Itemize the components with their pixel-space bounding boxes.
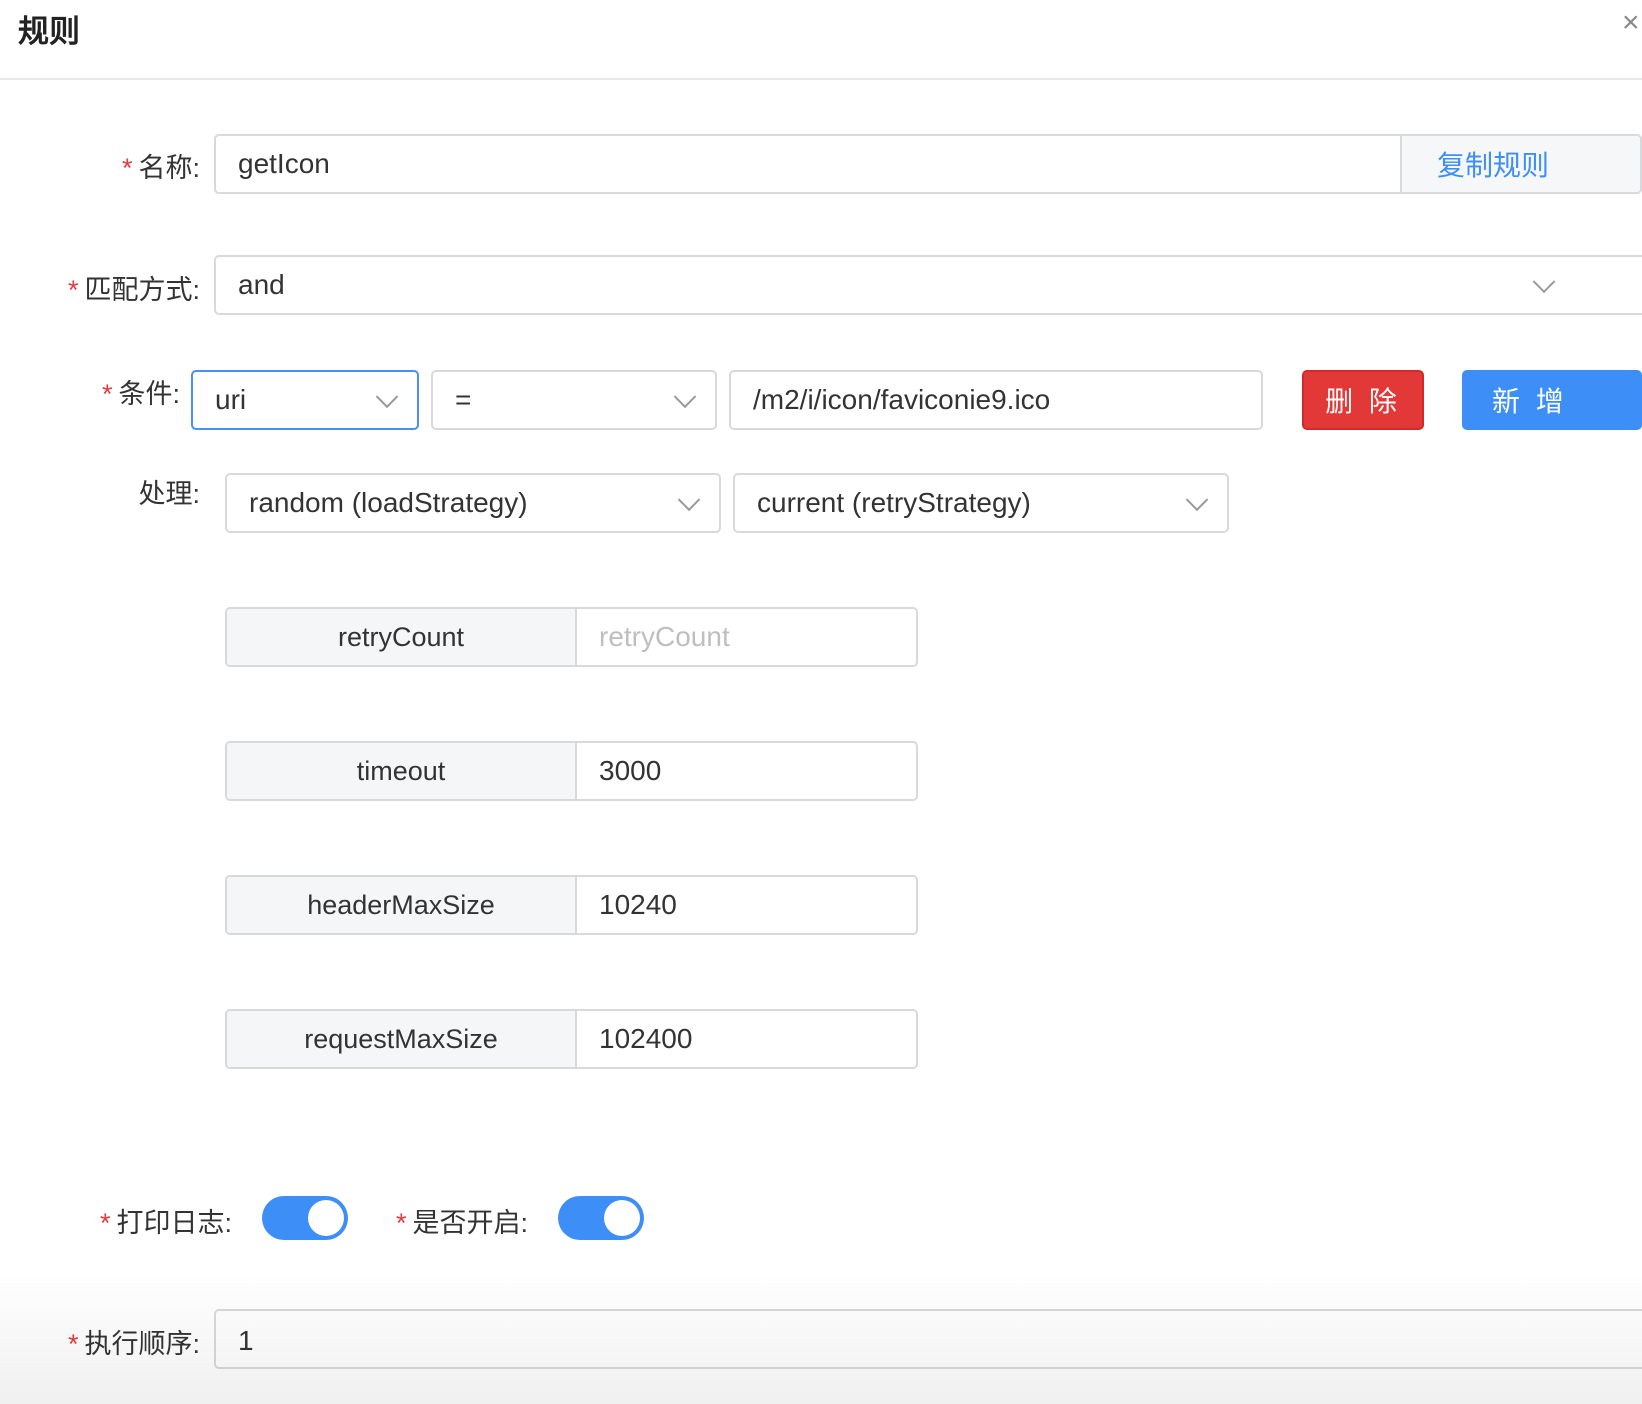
chevron-down-icon <box>677 488 701 512</box>
condition-label-text: 条件: <box>118 379 180 409</box>
switch-knob <box>308 1200 344 1236</box>
close-icon[interactable]: × <box>1622 6 1640 40</box>
load-strategy-select[interactable]: random (loadStrategy) <box>225 473 721 533</box>
field-key: headerMaxSize <box>227 877 577 933</box>
retry-count-field[interactable]: retryCount retryCount <box>225 607 918 667</box>
field-key: retryCount <box>227 609 577 665</box>
required-mark: * <box>101 379 113 409</box>
handle-label: 处理: <box>100 472 200 511</box>
retry-strategy-value: current (retryStrategy) <box>757 487 1031 518</box>
timeout-input[interactable]: 3000 <box>577 743 916 799</box>
log-label-text: 打印日志: <box>116 1208 233 1238</box>
condition-value-input[interactable]: /m2/i/icon/faviconie9.ico <box>729 370 1263 430</box>
log-switch[interactable] <box>262 1196 348 1240</box>
match-label-text: 匹配方式: <box>84 275 200 305</box>
enabled-label-text: 是否开启: <box>412 1208 529 1238</box>
chevron-down-icon <box>1185 488 1209 512</box>
handle-label-text: 处理: <box>138 479 200 509</box>
required-mark: * <box>67 275 79 305</box>
sort-label: * 执行顺序: <box>40 1322 200 1361</box>
condition-value-text: /m2/i/icon/faviconie9.ico <box>753 384 1051 415</box>
copy-rule-button[interactable]: 复制规则 <box>1402 134 1642 194</box>
name-input[interactable]: getIcon <box>214 134 1402 194</box>
chevron-down-icon <box>673 385 697 409</box>
param-type-value: uri <box>215 384 247 415</box>
match-label: * 匹配方式: <box>40 268 200 307</box>
header-max-size-field[interactable]: headerMaxSize 10240 <box>225 875 918 935</box>
request-max-size-field[interactable]: requestMaxSize 102400 <box>225 1009 918 1069</box>
header-max-size-input[interactable]: 10240 <box>577 877 916 933</box>
condition-label: * 条件: <box>90 372 180 411</box>
required-mark: * <box>396 1208 407 1238</box>
load-strategy-value: random (loadStrategy) <box>249 487 528 518</box>
delete-button-label: 删 除 <box>1325 386 1401 417</box>
chevron-down-icon <box>1532 270 1556 294</box>
name-label: * 名称: <box>100 146 200 185</box>
name-label-text: 名称: <box>138 153 200 183</box>
param-type-select[interactable]: uri <box>191 370 419 430</box>
match-select-value: and <box>238 269 285 300</box>
sort-label-text: 执行顺序: <box>84 1329 200 1359</box>
enabled-label: * 是否开启: <box>396 1201 556 1240</box>
required-mark: * <box>121 153 133 183</box>
add-button[interactable]: 新 增 <box>1462 370 1642 430</box>
field-key: requestMaxSize <box>227 1011 577 1067</box>
required-mark: * <box>100 1208 111 1238</box>
operator-select[interactable]: = <box>431 370 717 430</box>
log-label: * 打印日志: <box>100 1201 250 1240</box>
delete-button[interactable]: 删 除 <box>1302 370 1424 430</box>
sort-input-value: 1 <box>238 1325 254 1356</box>
field-key: timeout <box>227 743 577 799</box>
modal-title: 规则 <box>18 14 80 49</box>
switch-knob <box>604 1200 640 1236</box>
copy-rule-label: 复制规则 <box>1436 150 1549 181</box>
retry-count-input[interactable]: retryCount <box>577 609 916 665</box>
add-button-label: 新 增 <box>1492 386 1568 417</box>
timeout-field[interactable]: timeout 3000 <box>225 741 918 801</box>
retry-strategy-select[interactable]: current (retryStrategy) <box>733 473 1229 533</box>
request-max-size-input[interactable]: 102400 <box>577 1011 916 1067</box>
enabled-switch[interactable] <box>558 1196 644 1240</box>
operator-value: = <box>455 384 472 415</box>
chevron-down-icon <box>375 385 399 409</box>
modal-header <box>0 0 1642 80</box>
sort-input[interactable]: 1 <box>214 1309 1642 1369</box>
required-mark: * <box>67 1329 79 1359</box>
match-select[interactable]: and <box>214 255 1642 315</box>
name-input-value: getIcon <box>238 148 330 179</box>
